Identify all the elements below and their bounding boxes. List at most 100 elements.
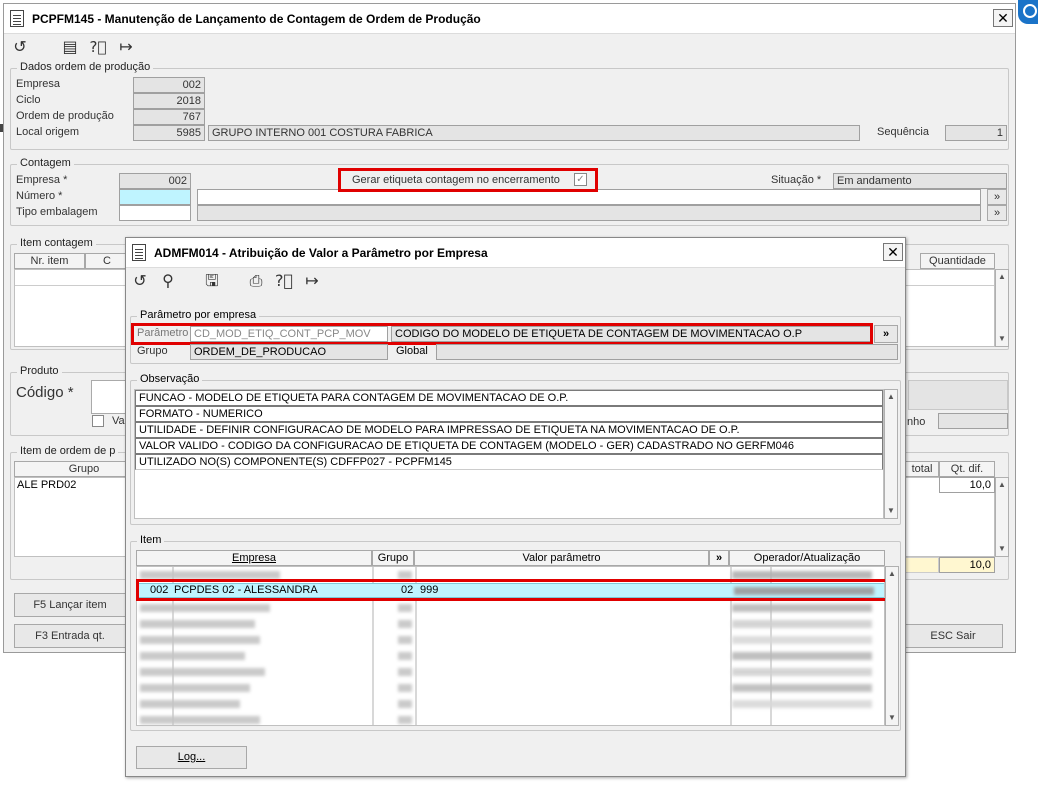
redacted-cell [732,652,872,660]
redacted-cell [732,668,872,676]
redacted-cell [732,571,872,579]
observacao-line-4: VALOR VALIDO - CODIGO DA CONFIGURACAO DE… [135,438,883,454]
ciclo-field: 2018 [133,93,205,109]
redacted-cell [398,700,412,708]
help-icon[interactable]: ?⃝ [274,271,294,291]
item-contagem-scrollbar[interactable]: ▲ ▼ [995,269,1009,347]
observacao-scrollbar[interactable]: ▲ ▼ [884,389,898,519]
contagem-legend: Contagem [17,157,74,169]
scroll-down-icon[interactable]: ▼ [996,332,1008,346]
scroll-up-icon[interactable]: ▲ [996,270,1008,284]
scroll-up-icon[interactable]: ▲ [885,390,897,404]
observacao-line-2: FORMATO - NUMERICO [135,406,883,422]
col-grupo[interactable]: Grupo [372,550,414,566]
redacted-cell [398,652,412,660]
redacted-cell [398,716,412,724]
redacted-cell [732,620,872,628]
redacted-cell [398,636,412,644]
observacao-line-5: UTILIZADO NO(S) COMPONENTE(S) CDFFP027 -… [135,454,883,470]
refresh-icon[interactable]: ↺ [130,271,150,291]
situacao-field: Em andamento [833,173,1007,189]
redacted-cell [140,652,245,660]
col-c[interactable]: C [85,253,129,269]
row-grupo-cell[interactable]: ALE PRD02 [17,479,76,491]
f5-lancar-item-button[interactable]: F5 Lançar item [14,593,126,617]
col-valor-parametro[interactable]: Valor parâmetro [414,550,709,566]
close-button[interactable]: ✕ [993,9,1013,27]
codigo-label: Código * [16,384,74,401]
redacted-cell [140,620,255,628]
help-icon[interactable]: ?⃝ [88,37,108,57]
scroll-down-icon[interactable]: ▼ [996,542,1008,556]
item-ordem-legend: Item de ordem de p [17,445,119,457]
exit-icon[interactable]: ↦ [116,37,136,57]
contagem-empresa-label: Empresa * [16,174,68,186]
col-quantidade[interactable]: Quantidade [920,253,995,269]
scroll-down-icon[interactable]: ▼ [885,504,897,518]
sequencia-field: 1 [945,125,1007,141]
totals-row-bg [905,557,939,573]
item-scrollbar[interactable]: ▲ ▼ [885,566,899,726]
col-qt-dif[interactable]: Qt. dif. [939,461,995,477]
highlight-parametro [131,323,873,345]
col-total[interactable]: total [905,461,939,477]
redacted-cell [140,604,270,612]
redacted-cell [140,684,250,692]
row-qt-cell[interactable]: 10,0 [939,477,995,493]
col-empresa[interactable]: Empresa [136,550,372,566]
tipo-embalagem-field[interactable] [119,205,191,221]
f3-entrada-qt-button[interactable]: F3 Entrada qt. [14,624,126,648]
scroll-down-icon[interactable]: ▼ [886,711,898,725]
redacted-cell [398,684,412,692]
produto-image-area [908,380,1008,410]
tamanho-label-partial: nho [907,416,926,428]
empresa-label: Empresa [16,78,61,90]
refresh-icon[interactable]: ↺ [10,37,30,57]
calendar-icon[interactable]: ▤ [60,37,80,57]
total-qt-field: 10,0 [939,557,995,573]
item-ordem-scrollbar[interactable]: ▲ ▼ [995,477,1009,557]
contagem-empresa-field[interactable]: 002 [119,173,191,189]
main-titlebar: PCPFM145 - Manutenção de Lançamento de C… [4,4,1015,34]
print-icon[interactable]: ⎙ [246,271,266,291]
numero-lookup-button[interactable]: » [987,189,1007,205]
dialog-toolbar: ↺ ⚲ 🖫 ⎙ ?⃝ ↦ [130,271,322,291]
col-nr-item[interactable]: Nr. item [14,253,85,269]
produto-legend: Produto [17,365,62,377]
exit-icon[interactable]: ↦ [302,271,322,291]
log-button[interactable]: Log... [136,746,247,769]
highlight-selected-row [136,579,888,601]
scroll-up-icon[interactable]: ▲ [996,478,1008,492]
dialog-title: ADMFM014 - Atribuição de Valor a Parâmet… [154,245,488,260]
esc-sair-button[interactable]: ESC Sair [903,624,1003,648]
item-contagem-legend: Item contagem [17,237,96,249]
col-more[interactable]: » [709,550,729,566]
main-toolbar: ↺ ▤ ?⃝ ↦ [10,37,136,57]
empresa-field: 002 [133,77,205,93]
search-icon[interactable]: ⚲ [158,271,178,291]
scroll-up-icon[interactable]: ▲ [886,567,898,581]
situacao-label: Situação * [771,174,822,186]
ordem-field: 767 [133,109,205,125]
col-operador[interactable]: Operador/Atualização [729,550,885,566]
dialog-close-button[interactable]: ✕ [883,243,903,261]
sequencia-label: Sequência [877,126,929,138]
redacted-cell [732,684,872,692]
numero-field[interactable] [119,189,191,205]
redacted-cell [140,636,260,644]
redacted-cell [732,604,872,612]
local-code-field: 5985 [133,125,205,141]
tipo-lookup-button[interactable]: » [987,205,1007,221]
redacted-cell [140,716,260,724]
va-checkbox[interactable] [92,415,104,427]
parametro-lookup-button[interactable]: » [874,325,898,343]
va-checkbox-label: Va [112,415,125,427]
ciclo-label: Ciclo [16,94,41,106]
save-icon[interactable]: 🖫 [202,271,222,291]
redacted-cell [732,700,872,708]
user-avatar-icon[interactable] [1018,0,1038,24]
grupo-field: ORDEM_DE_PRODUCAO [190,344,388,360]
